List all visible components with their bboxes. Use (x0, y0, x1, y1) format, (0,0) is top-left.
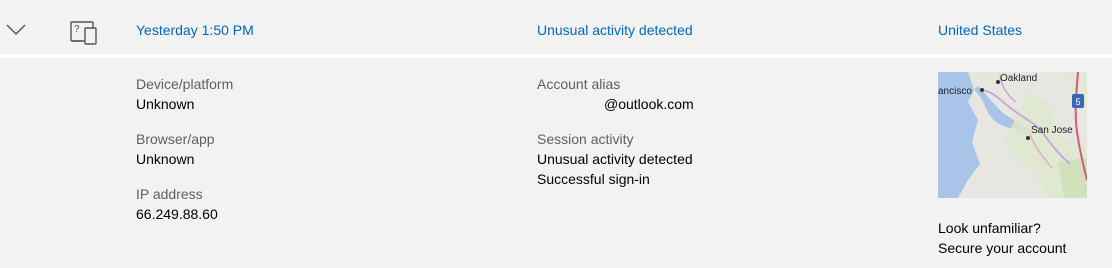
map-label-san-francisco: ancisco (938, 86, 972, 97)
ip-address-label: IP address (136, 186, 203, 202)
activity-type[interactable]: Unusual activity detected (537, 22, 693, 38)
chevron-down-icon[interactable] (6, 22, 26, 36)
device-platform-label: Device/platform (136, 76, 234, 92)
unknown-device-icon: ? (70, 21, 97, 45)
account-alias-value: @outlook.com (604, 96, 694, 112)
highway-shield-5: 5 (1075, 97, 1080, 107)
ip-address-value: 66.249.88.60 (136, 206, 218, 222)
device-platform-value: Unknown (136, 96, 195, 112)
svg-text:?: ? (74, 24, 80, 35)
browser-app-label: Browser/app (136, 131, 215, 147)
session-activity-label: Session activity (537, 131, 634, 147)
activity-details-panel: Device/platform Unknown Browser/app Unkn… (0, 58, 1112, 268)
activity-time[interactable]: Yesterday 1:50 PM (136, 22, 254, 38)
look-unfamiliar-text: Look unfamiliar? (938, 220, 1041, 236)
session-activity-item: Successful sign-in (537, 171, 650, 187)
browser-app-value: Unknown (136, 151, 195, 167)
account-alias-label: Account alias (537, 76, 621, 92)
activity-location[interactable]: United States (938, 22, 1022, 38)
map-label-san-jose: San Jose (1031, 125, 1073, 136)
location-map: 5 Oakland ancisco San Jose (938, 72, 1087, 198)
activity-row-header[interactable]: ? Yesterday 1:50 PM Unusual activity det… (0, 0, 1112, 54)
map-label-oakland: Oakland (1000, 73, 1037, 84)
secure-account-link[interactable]: Secure your account (938, 240, 1066, 256)
session-activity-item: Unusual activity detected (537, 151, 693, 167)
